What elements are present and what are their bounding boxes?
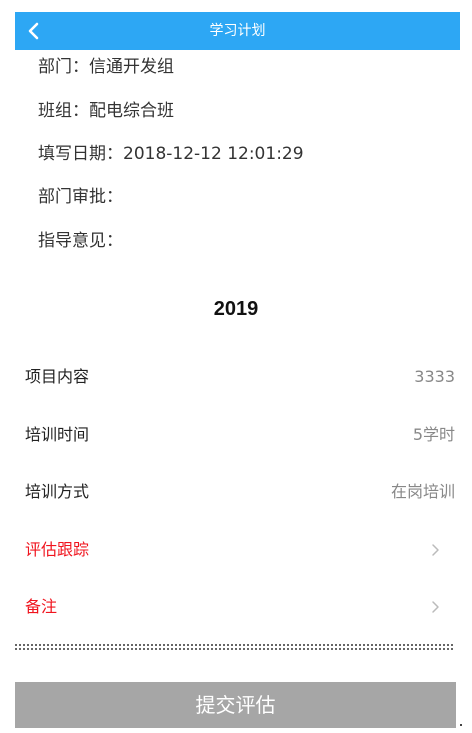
row-value: 5学时 — [412, 425, 455, 444]
row-training-method: 培训方式 在岗培训 — [25, 477, 455, 507]
row-label: 项目内容 — [25, 367, 90, 386]
row-label: 评估跟踪 — [25, 540, 90, 559]
row-evaluation-tracking[interactable]: 评估跟踪 — [25, 535, 455, 565]
row-remarks[interactable]: 备注 — [25, 592, 455, 622]
row-training-time: 培训时间 5学时 — [25, 420, 455, 450]
divider — [15, 648, 453, 650]
submit-evaluation-button[interactable]: 提交评估 — [15, 682, 456, 728]
page-title: 学习计划 — [209, 23, 266, 39]
year-heading: 2019 — [213, 298, 259, 320]
guidance-text: 指导意见： — [38, 231, 123, 251]
header-bar: 学习计划 — [15, 12, 460, 50]
row-label: 培训时间 — [25, 425, 90, 444]
decorative-dot — [460, 724, 462, 726]
fill-date-text: 填写日期：2018-12-12 12:01:29 — [38, 144, 304, 164]
department-text: 部门：信通开发组 — [38, 57, 174, 77]
row-value: 3333 — [414, 367, 455, 386]
team-text: 班组：配电综合班 — [38, 101, 174, 121]
row-project-content: 项目内容 3333 — [25, 362, 455, 392]
row-label: 备注 — [25, 597, 58, 616]
dept-approval-text: 部门审批： — [38, 187, 123, 207]
row-label: 培训方式 — [25, 482, 90, 501]
row-value: 在岗培训 — [390, 482, 455, 501]
divider — [15, 644, 453, 646]
chevron-right-icon — [432, 601, 439, 613]
chevron-right-icon — [432, 544, 439, 556]
